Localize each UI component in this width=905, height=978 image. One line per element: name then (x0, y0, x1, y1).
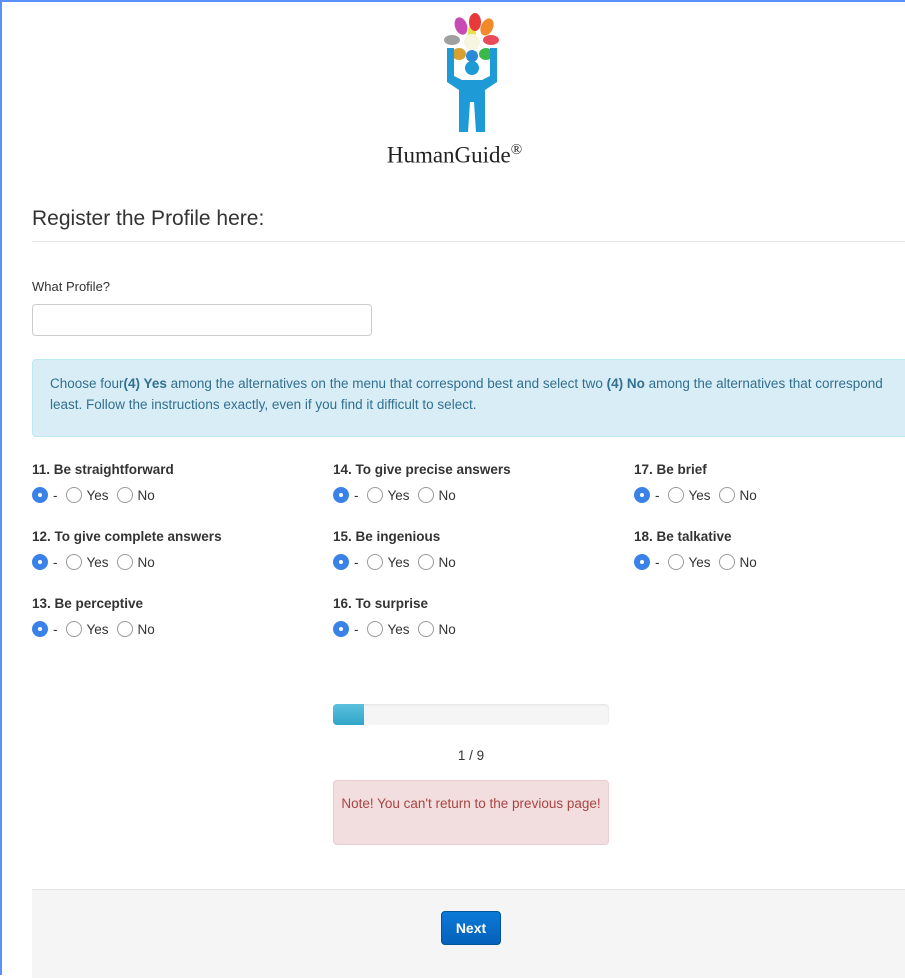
question-title: 13. Be perceptive (32, 596, 144, 611)
question-12: 12. To give complete answers - Yes No (32, 527, 222, 572)
radio-icon[interactable] (718, 554, 735, 570)
radio-icon[interactable] (417, 554, 434, 570)
option-yes[interactable]: Yes (65, 487, 109, 503)
question-title: 12. To give complete answers (32, 529, 222, 544)
humanguide-logo (444, 13, 499, 132)
question-title: 14. To give precise answers (333, 462, 511, 477)
option-none[interactable]: - (333, 621, 359, 637)
option-yes[interactable]: Yes (667, 554, 711, 570)
question-title: 16. To surprise (333, 596, 429, 611)
page-title: Register the Profile here: (32, 207, 265, 230)
option-none[interactable]: - (32, 554, 58, 570)
question-options: - Yes No (333, 485, 511, 505)
question-options: - Yes No (333, 619, 464, 639)
question-title: 18. Be talkative (634, 529, 732, 544)
question-options: - Yes No (333, 552, 464, 572)
question-title: 15. Be ingenious (333, 529, 441, 544)
page-counter: 1 / 9 (457, 748, 485, 763)
radio-checked-icon[interactable] (333, 487, 349, 503)
radio-checked-icon[interactable] (32, 487, 48, 503)
question-13: 13. Be perceptive - Yes No (32, 594, 163, 639)
radio-icon[interactable] (65, 487, 82, 503)
question-14: 14. To give precise answers - Yes No (333, 460, 511, 505)
radio-icon[interactable] (65, 554, 82, 570)
option-no[interactable]: No (718, 487, 757, 503)
radio-checked-icon[interactable] (32, 554, 48, 570)
question-options: - Yes No (32, 485, 174, 505)
option-none[interactable]: - (32, 487, 58, 503)
option-yes[interactable]: Yes (366, 621, 410, 637)
question-title: 11. Be straightforward (32, 462, 174, 477)
profile-field-label: What Profile? (32, 279, 111, 294)
instructions-alert: Choose four(4) Yes among the alternative… (32, 359, 905, 437)
radio-icon[interactable] (366, 621, 383, 637)
option-no[interactable]: No (417, 554, 456, 570)
next-button[interactable]: Next (441, 911, 501, 945)
option-none[interactable]: - (32, 621, 58, 637)
radio-icon[interactable] (667, 554, 684, 570)
radio-checked-icon[interactable] (333, 554, 349, 570)
radio-icon[interactable] (65, 621, 82, 637)
option-yes[interactable]: Yes (366, 487, 410, 503)
question-16: 16. To surprise - Yes No (333, 594, 464, 639)
radio-checked-icon[interactable] (333, 621, 349, 637)
option-no[interactable]: No (116, 554, 155, 570)
divider (32, 241, 905, 242)
question-15: 15. Be ingenious - Yes No (333, 527, 464, 572)
question-options: - Yes No (634, 552, 765, 572)
option-yes[interactable]: Yes (65, 621, 109, 637)
question-title: 17. Be brief (634, 462, 707, 477)
question-18: 18. Be talkative - Yes No (634, 527, 765, 572)
option-no[interactable]: No (417, 621, 456, 637)
question-options: - Yes No (32, 619, 163, 639)
radio-icon[interactable] (116, 487, 133, 503)
option-yes[interactable]: Yes (65, 554, 109, 570)
brand-name: HumanGuide® (386, 142, 523, 168)
progress-bar (333, 704, 609, 725)
option-no[interactable]: No (116, 487, 155, 503)
radio-icon[interactable] (116, 621, 133, 637)
question-11: 11. Be straightforward - Yes No (32, 460, 174, 505)
radio-checked-icon[interactable] (634, 487, 650, 503)
radio-icon[interactable] (116, 554, 133, 570)
warning-alert: Note! You can't return to the previous p… (333, 780, 609, 845)
option-none[interactable]: - (634, 487, 660, 503)
radio-checked-icon[interactable] (32, 621, 48, 637)
progress-fill (333, 704, 364, 725)
option-no[interactable]: No (417, 487, 456, 503)
radio-icon[interactable] (667, 487, 684, 503)
profile-input[interactable] (32, 304, 372, 336)
option-none[interactable]: - (634, 554, 660, 570)
radio-icon[interactable] (417, 487, 434, 503)
radio-icon[interactable] (366, 487, 383, 503)
radio-icon[interactable] (366, 554, 383, 570)
option-none[interactable]: - (333, 487, 359, 503)
page-frame: HumanGuide® Register the Profile here: W… (0, 0, 905, 978)
question-options: - Yes No (634, 485, 765, 505)
question-options: - Yes No (32, 552, 222, 572)
radio-checked-icon[interactable] (634, 554, 650, 570)
radio-icon[interactable] (417, 621, 434, 637)
question-17: 17. Be brief - Yes No (634, 460, 765, 505)
option-no[interactable]: No (116, 621, 155, 637)
option-yes[interactable]: Yes (366, 554, 410, 570)
radio-icon[interactable] (718, 487, 735, 503)
option-none[interactable]: - (333, 554, 359, 570)
option-no[interactable]: No (718, 554, 757, 570)
option-yes[interactable]: Yes (667, 487, 711, 503)
